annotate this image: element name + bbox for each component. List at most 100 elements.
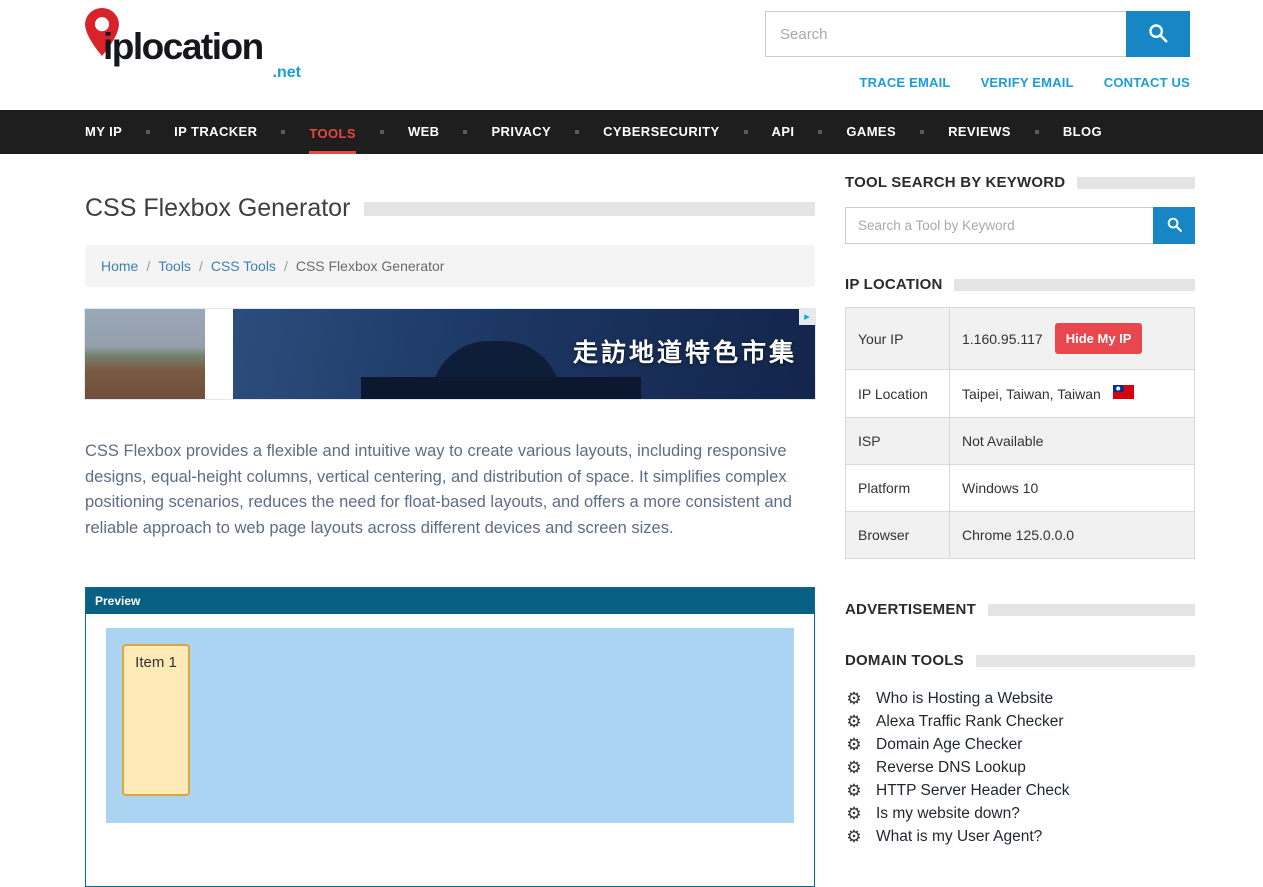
breadcrumb-separator: / (284, 258, 288, 274)
table-row: IP Location Taipei, Taiwan, Taiwan (846, 370, 1195, 418)
breadcrumb-separator: / (199, 258, 203, 274)
nav-separator (281, 130, 285, 134)
site-search-button[interactable] (1126, 11, 1190, 57)
platform-value: Windows 10 (950, 465, 1195, 512)
nav-item-web[interactable]: WEB (408, 110, 440, 154)
logo-tld: .net (273, 64, 301, 82)
title-decorative-bar (364, 202, 815, 216)
header-links: TRACE EMAIL VERIFY EMAIL CONTACT US (860, 75, 1190, 90)
nav-item-blog[interactable]: BLOG (1063, 110, 1102, 154)
your-ip-value: 1.160.95.117 (962, 331, 1043, 347)
gear-icon: ⚙ (845, 805, 863, 822)
row-label: Platform (846, 465, 950, 512)
breadcrumb-current: CSS Flexbox Generator (296, 258, 445, 274)
nav-item-games[interactable]: GAMES (846, 110, 896, 154)
heading-decorative-bar (976, 655, 1195, 667)
sidebar: TOOL SEARCH BY KEYWORD IP LOCATION Your … (845, 154, 1195, 848)
nav-separator (920, 130, 924, 134)
nav-separator (744, 130, 748, 134)
flex-item-1[interactable]: Item 1 (122, 644, 190, 796)
tool-description: CSS Flexbox provides a flexible and intu… (85, 439, 815, 541)
row-label: Your IP (846, 308, 950, 370)
trace-email-link[interactable]: TRACE EMAIL (860, 75, 951, 90)
nav-separator (575, 130, 579, 134)
logo-text: iplocation (103, 26, 263, 68)
heading-decorative-bar (988, 604, 1195, 616)
nav-separator (818, 130, 822, 134)
nav-separator (463, 130, 467, 134)
main-content: CSS Flexbox Generator Home / Tools / CSS… (85, 154, 815, 887)
breadcrumb-css-tools[interactable]: CSS Tools (211, 258, 276, 274)
heading-decorative-bar (954, 279, 1195, 291)
hide-my-ip-button[interactable]: Hide My IP (1055, 323, 1143, 354)
browser-value: Chrome 125.0.0.0 (950, 512, 1195, 559)
nav-item-api[interactable]: API (772, 110, 795, 154)
domain-tools-list: ⚙ Who is Hosting a Website ⚙ Alexa Traff… (845, 687, 1195, 848)
contact-us-link[interactable]: CONTACT US (1104, 75, 1190, 90)
nav-item-tools[interactable]: TOOLS (309, 110, 356, 154)
row-label: Browser (846, 512, 950, 559)
gear-icon: ⚙ (845, 690, 863, 707)
breadcrumb: Home / Tools / CSS Tools / CSS Flexbox G… (85, 245, 815, 287)
table-row: ISP Not Available (846, 418, 1195, 465)
domain-tool-domain-age[interactable]: ⚙ Domain Age Checker (845, 733, 1195, 756)
gear-icon: ⚙ (845, 713, 863, 730)
preview-panel-body: Item 1 (86, 614, 814, 843)
advertisement-banner[interactable]: 走訪地道特色市集 ▸ (85, 309, 815, 399)
nav-separator (1035, 130, 1039, 134)
flex-container-preview[interactable]: Item 1 (106, 628, 794, 823)
tool-search-button[interactable] (1153, 207, 1195, 244)
taiwan-flag-icon (1113, 385, 1134, 402)
search-icon (1166, 216, 1183, 236)
page-title-row: CSS Flexbox Generator (85, 194, 815, 223)
nav-item-my-ip[interactable]: MY IP (85, 110, 122, 154)
domain-tool-user-agent[interactable]: ⚙ What is my User Agent? (845, 825, 1195, 848)
advertisement-heading: ADVERTISEMENT (845, 601, 976, 618)
ad-text: 走訪地道特色市集 (573, 333, 797, 369)
gear-icon: ⚙ (845, 736, 863, 753)
breadcrumb-home[interactable]: Home (101, 258, 138, 274)
site-search (765, 11, 1190, 57)
page-title: CSS Flexbox Generator (85, 194, 350, 223)
tool-search-heading: TOOL SEARCH BY KEYWORD (845, 174, 1065, 191)
site-logo[interactable]: iplocation .net (85, 8, 315, 100)
domain-tool-alexa-rank[interactable]: ⚙ Alexa Traffic Rank Checker (845, 710, 1195, 733)
tool-search-heading-row: TOOL SEARCH BY KEYWORD (845, 174, 1195, 191)
domain-tool-who-is-hosting[interactable]: ⚙ Who is Hosting a Website (845, 687, 1195, 710)
ad-thumbnail-image (85, 309, 205, 399)
verify-email-link[interactable]: VERIFY EMAIL (981, 75, 1074, 90)
gear-icon: ⚙ (845, 759, 863, 776)
gear-icon: ⚙ (845, 782, 863, 799)
ip-location-value: Taipei, Taiwan, Taiwan (962, 386, 1101, 402)
nav-separator (380, 130, 384, 134)
ad-choices-icon[interactable]: ▸ (799, 309, 815, 325)
heading-decorative-bar (1077, 177, 1195, 189)
preview-panel-title: Preview (86, 588, 814, 614)
ip-info-table: Your IP 1.160.95.117 Hide My IP IP Locat… (845, 307, 1195, 559)
gear-icon: ⚙ (845, 828, 863, 845)
row-label: IP Location (846, 370, 950, 418)
ip-location-heading: IP LOCATION (845, 276, 942, 293)
domain-tool-website-down[interactable]: ⚙ Is my website down? (845, 802, 1195, 825)
nav-separator (146, 130, 150, 134)
ad-main-image: 走訪地道特色市集 (233, 309, 815, 399)
nav-item-cybersecurity[interactable]: CYBERSECURITY (603, 110, 719, 154)
tool-search-input[interactable] (845, 207, 1153, 244)
domain-tool-reverse-dns[interactable]: ⚙ Reverse DNS Lookup (845, 756, 1195, 779)
table-row: Platform Windows 10 (846, 465, 1195, 512)
breadcrumb-tools[interactable]: Tools (158, 258, 191, 274)
nav-item-ip-tracker[interactable]: IP TRACKER (174, 110, 257, 154)
nav-item-privacy[interactable]: PRIVACY (491, 110, 551, 154)
table-row: Browser Chrome 125.0.0.0 (846, 512, 1195, 559)
advertisement-heading-row: ADVERTISEMENT (845, 601, 1195, 618)
isp-value: Not Available (950, 418, 1195, 465)
nav-item-reviews[interactable]: REVIEWS (948, 110, 1011, 154)
domain-tools-heading: DOMAIN TOOLS (845, 652, 964, 669)
site-search-input[interactable] (765, 11, 1126, 57)
row-label: ISP (846, 418, 950, 465)
breadcrumb-separator: / (146, 258, 150, 274)
table-row: Your IP 1.160.95.117 Hide My IP (846, 308, 1195, 370)
domain-tools-heading-row: DOMAIN TOOLS (845, 652, 1195, 669)
domain-tool-http-header[interactable]: ⚙ HTTP Server Header Check (845, 779, 1195, 802)
site-header: iplocation .net TRACE EMAIL VERIFY EMAIL… (0, 0, 1263, 110)
